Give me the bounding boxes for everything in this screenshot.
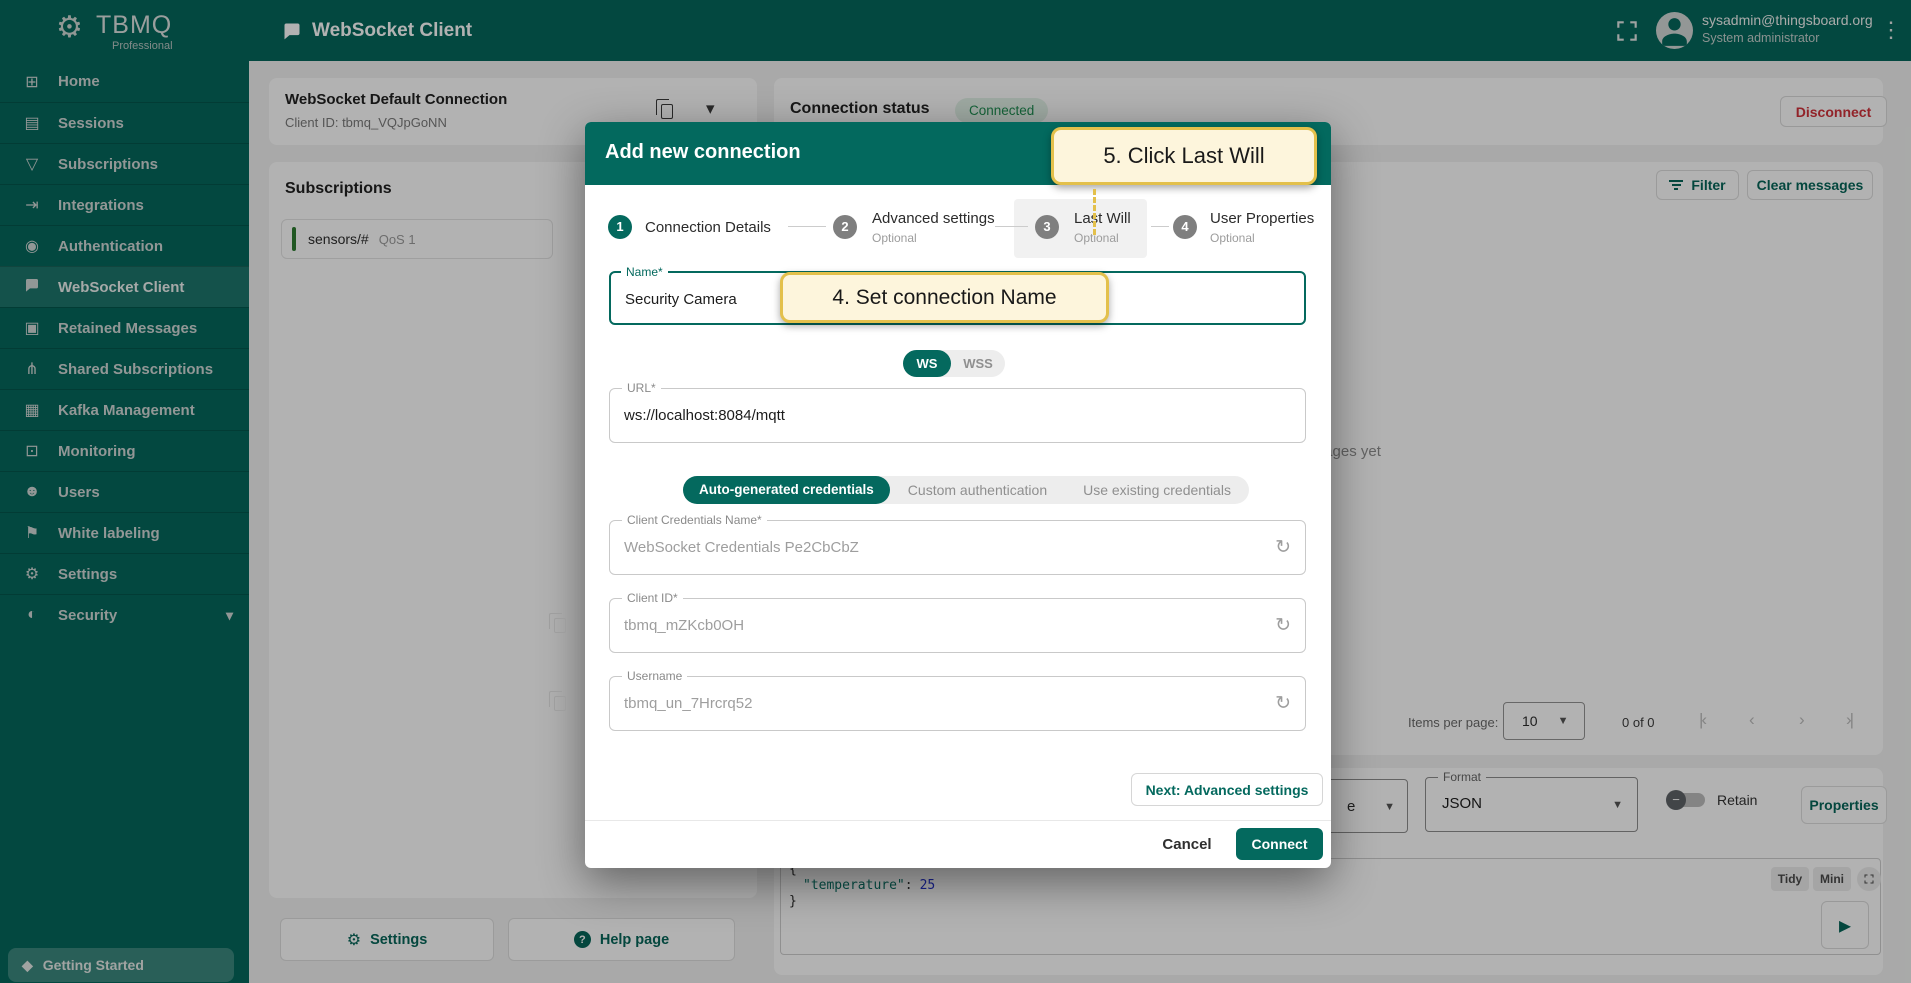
- url-field-label: URL*: [622, 381, 661, 395]
- step-connector: [995, 226, 1028, 227]
- copy-icon[interactable]: [554, 696, 566, 711]
- name-field-label: Name*: [621, 265, 668, 279]
- step-1-label[interactable]: Connection Details: [645, 219, 771, 236]
- tab-auto-generated-credentials[interactable]: Auto-generated credentials: [683, 476, 890, 504]
- refresh-icon[interactable]: ↻: [1275, 536, 1291, 559]
- url-field-value: ws://localhost:8084/mqtt: [624, 407, 785, 424]
- client-credentials-name-field[interactable]: Client Credentials Name* WebSocket Crede…: [609, 520, 1306, 575]
- annotation-connector-line: [1093, 189, 1096, 235]
- username-field[interactable]: Username tbmq_un_7Hrcrq52 ↻: [609, 676, 1306, 731]
- tbmq-websocket-client-page: ⚙ TBMQ Professional WebSocket Client sys…: [0, 0, 1911, 983]
- step-3-label[interactable]: Last Will: [1074, 210, 1131, 227]
- dialog-footer-divider: [585, 820, 1331, 821]
- step-4-circle[interactable]: 4: [1173, 215, 1197, 239]
- client-id-field[interactable]: Client ID* tbmq_mZKcb0OH ↻: [609, 598, 1306, 653]
- connect-button[interactable]: Connect: [1236, 828, 1323, 860]
- next-advanced-settings-button[interactable]: Next: Advanced settings: [1131, 773, 1323, 806]
- url-field[interactable]: URL* ws://localhost:8084/mqtt: [609, 388, 1306, 443]
- step-connector: [1151, 226, 1169, 227]
- step-lastwill-highlight: [1014, 199, 1147, 258]
- copy-icon[interactable]: [554, 618, 566, 633]
- ws-option[interactable]: WS: [903, 350, 951, 377]
- annotation-click-last-will: 5. Click Last Will: [1051, 127, 1317, 185]
- cancel-button[interactable]: Cancel: [1157, 828, 1217, 860]
- step-connector: [788, 226, 826, 227]
- annotation-set-connection-name: 4. Set connection Name: [780, 272, 1109, 323]
- tab-custom-authentication[interactable]: Custom authentication: [890, 476, 1065, 504]
- step-2-label[interactable]: Advanced settings: [872, 210, 995, 227]
- add-connection-dialog: Add new connection 1 Connection Details …: [585, 122, 1331, 868]
- step-4-optional: Optional: [1210, 231, 1255, 245]
- credentials-tabs: Auto-generated credentials Custom authen…: [683, 476, 1249, 504]
- ws-scheme-toggle: WS WSS: [903, 350, 1005, 377]
- step-3-circle[interactable]: 3: [1035, 215, 1059, 239]
- step-1-circle[interactable]: 1: [608, 215, 632, 239]
- step-2-circle[interactable]: 2: [833, 215, 857, 239]
- step-4-label[interactable]: User Properties: [1210, 210, 1314, 227]
- tab-use-existing-credentials[interactable]: Use existing credentials: [1065, 476, 1249, 504]
- refresh-icon[interactable]: ↻: [1275, 692, 1291, 715]
- dialog-title: Add new connection: [605, 141, 801, 164]
- wss-option[interactable]: WSS: [951, 356, 1005, 371]
- name-field-value: Security Camera: [625, 291, 737, 308]
- step-2-optional: Optional: [872, 231, 917, 245]
- step-3-optional: Optional: [1074, 231, 1119, 245]
- refresh-icon[interactable]: ↻: [1275, 614, 1291, 637]
